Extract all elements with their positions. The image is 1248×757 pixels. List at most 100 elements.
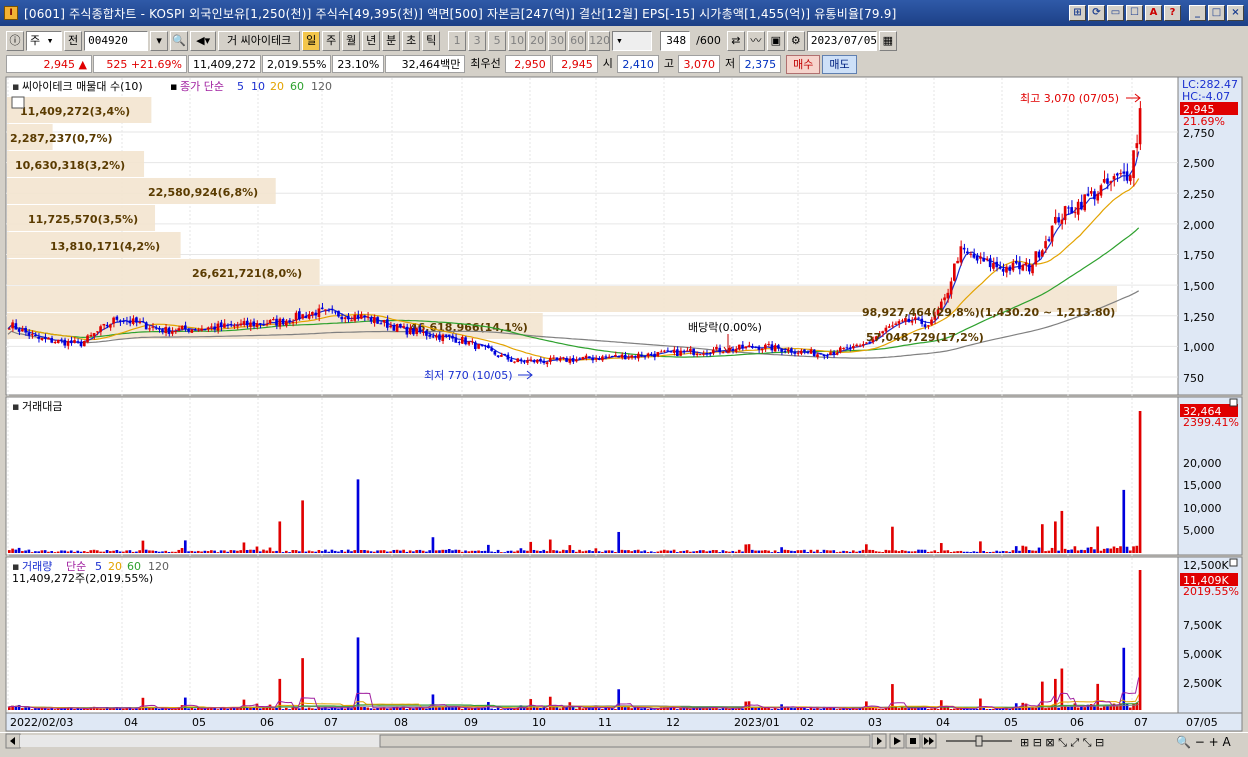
candle-body bbox=[164, 327, 168, 334]
font-icon[interactable]: A bbox=[1145, 5, 1162, 21]
volume-bar bbox=[271, 708, 275, 710]
candle-body bbox=[262, 324, 265, 326]
amount-bar bbox=[780, 547, 783, 553]
candle-body bbox=[532, 360, 536, 363]
candle-body bbox=[1128, 175, 1132, 182]
minute-1-button[interactable]: 1 bbox=[448, 31, 467, 51]
candle-body bbox=[216, 323, 220, 331]
minute-10-button[interactable]: 10 bbox=[508, 31, 527, 51]
indicator-icon[interactable]: 〰 bbox=[746, 31, 765, 51]
x-axis-label: 06 bbox=[260, 716, 274, 729]
search-icon[interactable]: 🔍 bbox=[170, 31, 189, 51]
period-month-button[interactable]: 월 bbox=[342, 31, 361, 51]
candle-body bbox=[438, 334, 441, 340]
table-icon[interactable] bbox=[11, 96, 25, 109]
minute-20-button[interactable]: 20 bbox=[528, 31, 547, 51]
interval-input[interactable]: ▾ bbox=[612, 31, 653, 51]
amount-bar bbox=[825, 550, 829, 553]
layout-tools-icon[interactable]: ⊞ ⊟ ⊠ ⤡ ⤢ ⤡ ⊟ bbox=[1020, 736, 1104, 749]
window-icon[interactable]: ▭ bbox=[1107, 5, 1124, 21]
x-axis-end-label: 07/05 bbox=[1186, 716, 1218, 729]
minimize-button[interactable]: _ bbox=[1189, 5, 1206, 21]
candle-body bbox=[1054, 216, 1057, 224]
candle-body bbox=[86, 335, 89, 343]
chart-area[interactable]: 11,409,272(3,4%) 2,287,237(0,7%) 10,630,31… bbox=[0, 76, 1248, 757]
refresh-icon[interactable]: ⟳ bbox=[1088, 5, 1105, 21]
amount-bar bbox=[379, 550, 383, 553]
period-select[interactable]: 주 ▾ bbox=[26, 31, 62, 51]
amount-bar bbox=[350, 551, 353, 553]
period-tick-button[interactable]: 틱 bbox=[422, 31, 441, 51]
info-icon[interactable]: ⓘ bbox=[6, 31, 24, 51]
amount-bar bbox=[408, 550, 412, 553]
volume-bar bbox=[161, 708, 164, 710]
candle-body bbox=[239, 323, 243, 326]
candle-body bbox=[372, 316, 376, 324]
amount-bar bbox=[685, 550, 689, 553]
amount-bar bbox=[337, 551, 340, 553]
stock-code-input[interactable]: 004920 bbox=[84, 31, 149, 51]
panel-icon[interactable]: ☐ bbox=[1126, 5, 1143, 21]
amount-bar bbox=[219, 550, 223, 553]
candle-body bbox=[1037, 251, 1041, 258]
candle-body bbox=[542, 360, 546, 364]
candle-body bbox=[796, 352, 800, 354]
settings-icon[interactable]: ⚙ bbox=[786, 31, 805, 51]
dropdown-icon[interactable]: ▾ bbox=[150, 31, 169, 51]
volume-bar bbox=[307, 707, 311, 710]
buy-button[interactable]: 매수 bbox=[786, 54, 821, 74]
volume-bar bbox=[467, 708, 471, 710]
amount-bar bbox=[128, 550, 132, 553]
close-button[interactable]: × bbox=[1227, 5, 1244, 21]
amount-close-icon[interactable] bbox=[1229, 398, 1238, 407]
candle-body bbox=[653, 353, 656, 358]
maximize-button[interactable]: □ bbox=[1208, 5, 1225, 21]
minute-3-button[interactable]: 3 bbox=[468, 31, 487, 51]
amount-bar bbox=[597, 551, 601, 553]
amount-bar bbox=[662, 549, 666, 553]
period-year-button[interactable]: 년 bbox=[362, 31, 381, 51]
calendar-icon[interactable]: ▦ bbox=[878, 31, 897, 51]
candle-body bbox=[516, 358, 520, 363]
count-input[interactable]: 348 bbox=[660, 31, 691, 51]
minute-120-button[interactable]: 120 bbox=[588, 31, 611, 51]
date-input[interactable]: 2023/07/05 bbox=[806, 31, 877, 51]
minute-5-button[interactable]: 5 bbox=[488, 31, 507, 51]
candle-body bbox=[464, 337, 467, 345]
minute-60-button[interactable]: 60 bbox=[568, 31, 587, 51]
prev-button[interactable]: 전 bbox=[64, 31, 83, 51]
volume-bar bbox=[327, 708, 331, 710]
candle-body bbox=[832, 351, 836, 355]
save-icon[interactable]: ▣ bbox=[766, 31, 785, 51]
volume-bar bbox=[281, 709, 285, 710]
scrollbar[interactable]: ⊞ ⊟ ⊠ ⤡ ⤢ ⤡ ⊟ 🔍 − + A bbox=[0, 732, 1248, 750]
amount-bar bbox=[203, 550, 207, 553]
volume-close-icon[interactable] bbox=[1229, 558, 1238, 567]
period-week-button[interactable]: 주 bbox=[322, 31, 341, 51]
period-day-button[interactable]: 일 bbox=[302, 31, 321, 51]
zoom-slider-handle[interactable] bbox=[975, 735, 983, 747]
layout-icon[interactable]: ⊞ bbox=[1069, 5, 1086, 21]
candle-body bbox=[1057, 217, 1060, 223]
sell-button[interactable]: 매도 bbox=[822, 54, 857, 74]
period-minute-button[interactable]: 분 bbox=[382, 31, 401, 51]
candle-body bbox=[170, 331, 174, 334]
candle-body bbox=[1047, 239, 1051, 241]
volume-bar bbox=[558, 708, 562, 710]
candle-body bbox=[428, 334, 432, 337]
help-icon[interactable]: ? bbox=[1164, 5, 1181, 21]
stock-name-button[interactable]: 거 씨아이테크 bbox=[218, 31, 301, 51]
candle-body bbox=[610, 355, 614, 357]
chart-tool-icon[interactable]: ⇄ bbox=[726, 31, 745, 51]
amount-bar bbox=[900, 550, 904, 553]
amount-bar bbox=[1047, 550, 1051, 553]
zoom-icons[interactable]: 🔍 − + A bbox=[1176, 734, 1231, 749]
volume-bar bbox=[135, 708, 138, 710]
minute-30-button[interactable]: 30 bbox=[548, 31, 567, 51]
candle-body bbox=[627, 357, 630, 359]
period-second-button[interactable]: 초 bbox=[402, 31, 421, 51]
scroll-thumb[interactable] bbox=[379, 734, 871, 748]
speaker-icon[interactable]: ◀▾ bbox=[190, 31, 217, 51]
amount-bar bbox=[353, 550, 357, 553]
candle-body bbox=[330, 308, 334, 310]
